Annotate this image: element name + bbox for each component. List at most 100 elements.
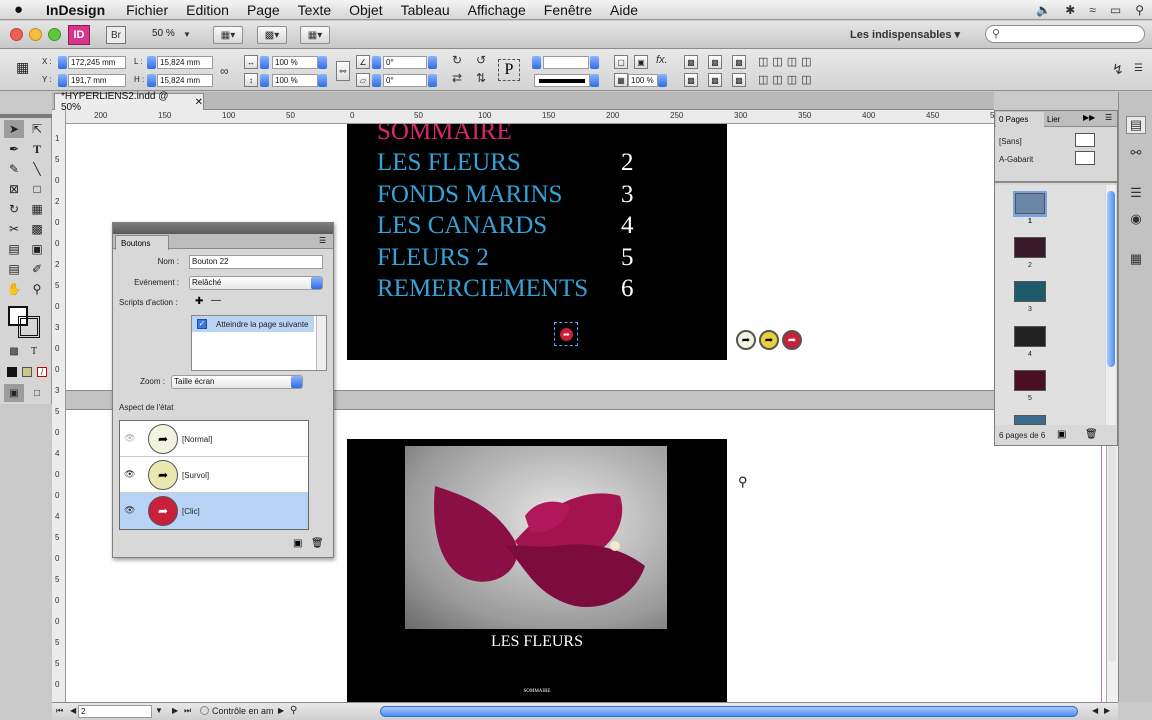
- shear-field[interactable]: 0°: [383, 74, 427, 87]
- delete-state-icon[interactable]: 🗑: [311, 538, 324, 549]
- menu-affichage[interactable]: Affichage: [459, 2, 535, 18]
- x-stepper[interactable]: [58, 56, 67, 69]
- x-field[interactable]: 172,245 mm: [68, 56, 126, 69]
- selected-button-frame[interactable]: ➦: [554, 322, 578, 346]
- master-a-gabarit[interactable]: A-Gabarit: [999, 155, 1033, 164]
- page-number-field[interactable]: 2: [78, 705, 152, 718]
- page-thumbnail[interactable]: [1014, 415, 1046, 425]
- zoom-tool-icon[interactable]: ⚲: [27, 280, 47, 298]
- angle-stepper[interactable]: [372, 56, 381, 69]
- quick-apply-icon[interactable]: ↯: [1112, 61, 1124, 78]
- page-thumbnail[interactable]: [1014, 237, 1046, 258]
- panel-menu-icon[interactable]: ☰: [1105, 113, 1112, 122]
- align-bottom-row-icons[interactable]: ◫◫◫◫: [758, 73, 816, 86]
- footer-link[interactable]: SOMMAIRE: [347, 689, 727, 694]
- visibility-icon[interactable]: 👁: [124, 469, 135, 480]
- apply-gradient-icon[interactable]: [22, 367, 32, 377]
- maximize-window-button[interactable]: [48, 28, 61, 41]
- scroll-right-icon[interactable]: ▶: [1104, 706, 1110, 715]
- menu-page[interactable]: Page: [238, 2, 289, 18]
- menu-texte[interactable]: Texte: [289, 2, 340, 18]
- eyedropper-tool-icon[interactable]: ✐: [27, 260, 47, 278]
- button-state-click-icon[interactable]: ➦: [782, 330, 802, 350]
- toc-entry[interactable]: FONDS MARINS: [377, 181, 562, 209]
- swatches-dock-icon[interactable]: ▦: [1126, 250, 1146, 268]
- bridge-button[interactable]: Br: [106, 26, 126, 44]
- reference-point-icon[interactable]: ▦: [16, 59, 36, 79]
- y-field[interactable]: 191,7 mm: [68, 74, 126, 87]
- visibility-icon[interactable]: 👁: [124, 505, 135, 516]
- flip-horizontal-icon[interactable]: ⇄: [452, 71, 462, 85]
- align-top-row-icons[interactable]: ◫◫◫◫: [758, 55, 816, 68]
- selection-tool-icon[interactable]: ➤: [4, 120, 24, 138]
- volume-icon[interactable]: 🔈: [1036, 3, 1051, 17]
- rectangle-frame-tool-icon[interactable]: ⊠: [4, 180, 24, 198]
- toc-entry[interactable]: FLEURS 2: [377, 244, 489, 272]
- fill-frame-icon[interactable]: ▢: [614, 55, 628, 69]
- menu-app-name[interactable]: InDesign: [36, 2, 117, 18]
- search-field[interactable]: ⚲: [985, 25, 1145, 43]
- open-file-icon[interactable]: ⚲: [290, 705, 297, 716]
- formatting-container-icon[interactable]: ▩: [4, 342, 24, 360]
- hand-tool-icon[interactable]: ✋: [4, 280, 24, 298]
- scale-x-field[interactable]: 100 %: [272, 56, 318, 69]
- horizontal-scrollbar[interactable]: [380, 706, 1078, 717]
- fit-proportional-icon[interactable]: ▩: [684, 73, 698, 87]
- wifi-icon[interactable]: ≈: [1089, 3, 1096, 17]
- delete-page-icon[interactable]: 🗑: [1085, 429, 1098, 440]
- shear-dropdown[interactable]: [428, 74, 437, 87]
- close-tab-icon[interactable]: ✕: [195, 97, 203, 108]
- gradient-feather-tool-icon[interactable]: ▣: [27, 240, 47, 258]
- state-row-click[interactable]: 👁 ➦ [Clic]: [120, 493, 308, 529]
- normal-view-icon[interactable]: ▣: [4, 384, 24, 402]
- button-state-hover-icon[interactable]: ➦: [759, 330, 779, 350]
- page-thumbnail[interactable]: [1014, 370, 1046, 391]
- control-panel-menu-icon[interactable]: ☰: [1134, 63, 1143, 74]
- tab-pages[interactable]: 0 Pages: [996, 112, 1044, 127]
- opacity-field[interactable]: 100 %: [628, 74, 658, 87]
- shear-stepper[interactable]: [372, 74, 381, 87]
- master-sans-thumbnail[interactable]: [1075, 133, 1095, 147]
- menu-tableau[interactable]: Tableau: [392, 2, 459, 18]
- zoom-select-arrow[interactable]: [291, 376, 302, 388]
- master-a-thumbnail[interactable]: [1075, 151, 1095, 165]
- master-sans[interactable]: [Sans]: [999, 137, 1022, 146]
- preflight-menu-icon[interactable]: ▶: [278, 706, 284, 715]
- type-tool-icon[interactable]: T: [27, 140, 47, 158]
- flower-image[interactable]: [405, 446, 667, 629]
- button-name-field[interactable]: Bouton 22: [189, 255, 323, 269]
- first-page-icon[interactable]: ⏮: [56, 706, 63, 716]
- menu-fenetre[interactable]: Fenêtre: [535, 2, 601, 18]
- preview-mode-icon[interactable]: □: [27, 384, 47, 402]
- scale-y-stepper[interactable]: [260, 74, 269, 87]
- free-transform-tool-icon[interactable]: ▩: [27, 220, 47, 238]
- center-content-icon[interactable]: ▩: [732, 55, 746, 69]
- page-thumb-1-selected[interactable]: [1013, 191, 1047, 217]
- scale-x-dropdown[interactable]: [318, 56, 327, 69]
- panel-divider[interactable]: [995, 181, 1117, 183]
- stroke-dock-icon[interactable]: ☰: [1126, 184, 1146, 202]
- panel-collapse-icon[interactable]: ▶▶: [1083, 113, 1095, 122]
- scissors-tool-icon[interactable]: ✂: [4, 220, 24, 238]
- scale-y-field[interactable]: 100 %: [272, 74, 318, 87]
- action-list-scrollbar[interactable]: [316, 316, 326, 370]
- last-page-icon[interactable]: ⏭: [184, 706, 191, 716]
- toc-entry[interactable]: REMERCIEMENTS: [377, 275, 588, 303]
- scale-tool-icon[interactable]: ▦: [27, 200, 47, 218]
- zoom-dropdown-icon[interactable]: ▼: [183, 30, 191, 39]
- effects-fx-icon[interactable]: fx.: [656, 54, 668, 66]
- spotlight-icon[interactable]: ⚲: [1135, 3, 1144, 17]
- note-tool-icon[interactable]: ▤: [4, 260, 24, 278]
- flip-vertical-icon[interactable]: ⇅: [476, 71, 486, 85]
- link-scale-icon[interactable]: ⚯: [336, 61, 350, 81]
- scale-x-stepper[interactable]: [260, 56, 269, 69]
- fit-content-frame-icon[interactable]: ▩: [684, 55, 698, 69]
- close-window-button[interactable]: [10, 28, 23, 41]
- width-stepper[interactable]: [147, 56, 156, 69]
- tools-titlebar[interactable]: [0, 114, 52, 118]
- opacity-dropdown[interactable]: [658, 74, 667, 87]
- rotate-cw-icon[interactable]: ↻: [452, 53, 462, 67]
- menu-fichier[interactable]: Fichier: [117, 2, 177, 18]
- button-state-normal-icon[interactable]: ➦: [736, 330, 756, 350]
- view-options-button[interactable]: ▦▾: [213, 26, 243, 44]
